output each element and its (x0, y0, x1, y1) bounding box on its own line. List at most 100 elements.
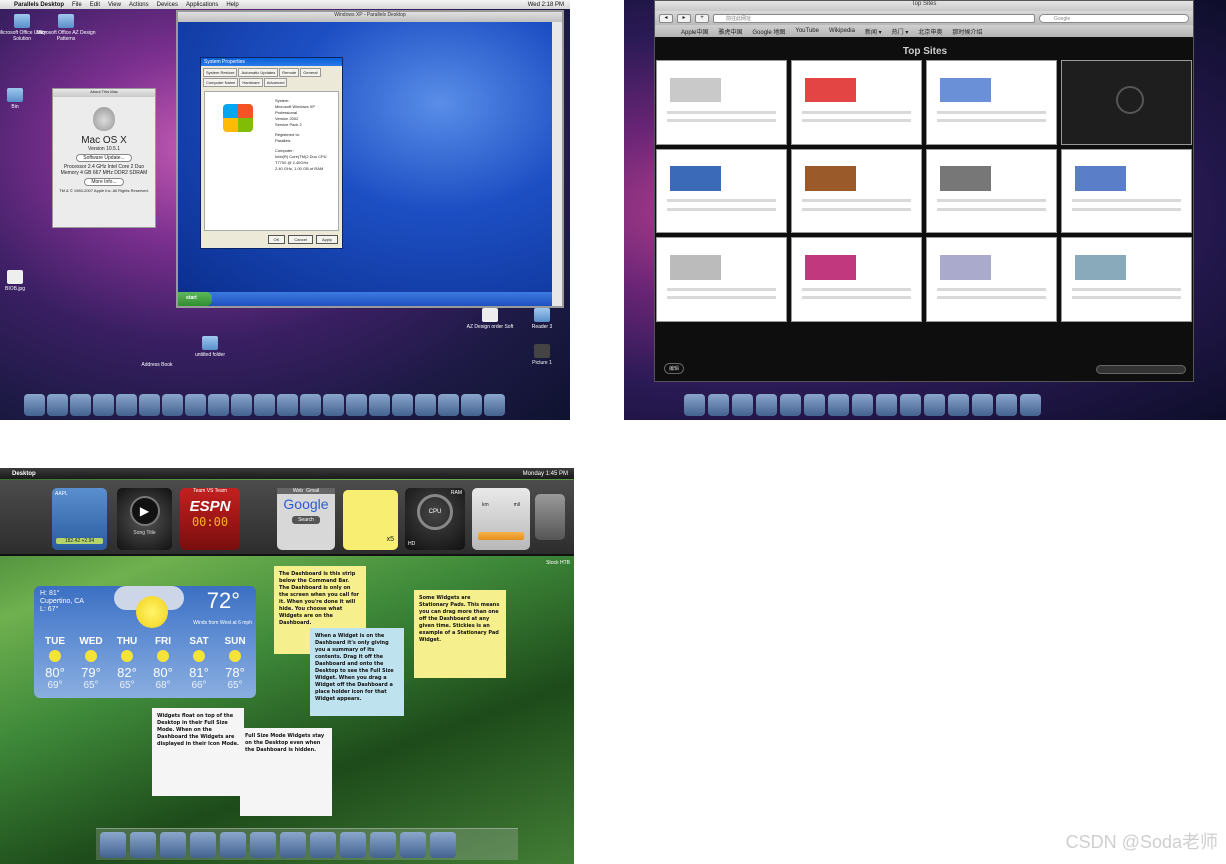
top-site-tile[interactable] (791, 148, 922, 234)
ichat-icon[interactable] (780, 394, 801, 416)
apply-button[interactable]: Apply (315, 235, 338, 244)
finder-icon[interactable] (684, 394, 705, 416)
imovie-icon[interactable] (924, 394, 945, 416)
tab-remote[interactable]: Remote (279, 68, 300, 77)
add-bookmark-button[interactable]: + (695, 13, 709, 23)
top-site-tile[interactable] (656, 148, 787, 234)
back-button[interactable]: ◂ (659, 13, 673, 23)
tab-automatic-updates[interactable]: Automatic Updates (238, 68, 279, 77)
app-icon[interactable] (250, 832, 276, 858)
desktop-icon[interactable]: Microsoft Office AZ Design Patterns (36, 14, 96, 42)
system-preferences-icon[interactable] (1020, 394, 1041, 416)
menu-edit[interactable]: Edit (90, 2, 100, 8)
acrobat-icon[interactable] (254, 394, 275, 416)
ical-icon[interactable] (162, 394, 183, 416)
iphoto-icon[interactable] (852, 394, 873, 416)
mail-icon[interactable] (732, 394, 753, 416)
top-site-tile[interactable] (926, 237, 1057, 322)
imovie-icon[interactable] (310, 832, 336, 858)
hard-drive-widget[interactable] (535, 494, 565, 540)
desktop-icon[interactable]: Bin (0, 88, 45, 110)
tab-general[interactable]: General (300, 68, 321, 77)
itunes-icon[interactable] (876, 394, 897, 416)
sticky-note[interactable]: Some Widgets are Stationary Pads. This m… (414, 590, 506, 678)
weather-widget[interactable]: H: 81° Cupertino, CA L: 67° 72° Winds fr… (34, 586, 256, 698)
sticky-note[interactable]: Full Size Mode Widgets stay on the Deskt… (240, 728, 332, 816)
photo-booth-icon[interactable] (900, 394, 921, 416)
search-field[interactable]: Google (1039, 13, 1189, 23)
tab-hardware[interactable]: Hardware (239, 78, 263, 87)
sticky-note[interactable]: When a Widget is on the Dashboard it's o… (310, 628, 404, 716)
trash-icon[interactable] (430, 832, 456, 858)
top-sites-search[interactable] (1096, 365, 1186, 374)
safari-icon[interactable] (130, 832, 156, 858)
top-site-tile[interactable] (1061, 237, 1192, 322)
tab-web[interactable]: Web (293, 488, 303, 494)
app-icon[interactable] (461, 394, 482, 416)
itunes-widget[interactable]: ▶ Song Title (117, 488, 172, 550)
desktop-icon[interactable]: untitled folder (180, 336, 240, 358)
itunes-icon[interactable] (208, 394, 229, 416)
time-machine-icon[interactable] (996, 394, 1017, 416)
desktop-icon[interactable]: Picture 1 (512, 344, 570, 366)
convert-bar[interactable] (478, 532, 524, 540)
folder-icon[interactable] (340, 832, 366, 858)
menu-applications[interactable]: Applications (186, 2, 218, 8)
more-info-button[interactable]: More Info... (84, 178, 124, 186)
photo-booth-icon[interactable] (231, 394, 252, 416)
sticky-note[interactable]: Widgets float on top of the Desktop in t… (152, 708, 244, 796)
address-bar[interactable]: 前往此网址 (713, 13, 1035, 23)
address-book-icon[interactable] (804, 394, 825, 416)
preview-icon[interactable] (160, 832, 186, 858)
software-update-button[interactable]: Software Update... (76, 154, 132, 162)
iphoto-icon[interactable] (185, 394, 206, 416)
stocks-widget[interactable]: AAPL 182.42 +2.94 (52, 488, 107, 550)
menu-actions[interactable]: Actions (129, 2, 149, 8)
top-site-tile[interactable] (1061, 60, 1192, 145)
top-site-tile[interactable] (791, 60, 922, 145)
tab-advanced[interactable]: Advanced (263, 78, 288, 87)
desktop-icon[interactable]: AZ Design order Soft (460, 308, 520, 330)
desktop-icon[interactable]: Reader 3 (512, 308, 570, 330)
address-book-icon[interactable] (139, 394, 160, 416)
app-icon[interactable] (415, 394, 436, 416)
top-site-tile[interactable] (656, 237, 787, 322)
google-widget[interactable]: Web Gmail Google Search (277, 488, 335, 550)
edit-button[interactable]: 编辑 (664, 363, 685, 374)
tab-computer-name[interactable]: Computer Name (203, 78, 239, 87)
safari-icon[interactable] (93, 394, 114, 416)
safari-icon[interactable] (756, 394, 777, 416)
menubar-app-name[interactable]: Parallels Desktop (14, 2, 64, 8)
unit-converter-widget[interactable]: km mil (472, 488, 530, 550)
downloads-folder-icon[interactable] (400, 832, 426, 858)
ok-button[interactable]: OK (267, 235, 286, 244)
bookmark-item[interactable]: 那时候介绍 (952, 27, 982, 36)
stickies-widget[interactable]: x5 (343, 490, 398, 550)
top-site-tile[interactable] (791, 237, 922, 322)
parallels-icon[interactable] (346, 394, 367, 416)
bookmark-item[interactable]: 新闻 ▾ (865, 27, 882, 36)
forward-button[interactable]: ▸ (677, 13, 691, 23)
menu-view[interactable]: View (108, 2, 121, 8)
applications-folder-icon[interactable] (438, 394, 459, 416)
photo-booth-icon[interactable] (280, 832, 306, 858)
play-icon[interactable]: ▶ (129, 496, 160, 526)
menu-file[interactable]: File (72, 2, 82, 8)
spaces-icon[interactable] (300, 394, 321, 416)
finder-icon[interactable] (24, 394, 45, 416)
ical-icon[interactable] (828, 394, 849, 416)
finder-icon[interactable] (100, 832, 126, 858)
espn-widget[interactable]: Team VS Team ESPN 00:00 (180, 488, 240, 550)
menu-devices[interactable]: Devices (157, 2, 178, 8)
google-search-button[interactable]: Search (292, 516, 320, 524)
photoshop-icon[interactable] (277, 394, 298, 416)
xp-start-button[interactable]: start (178, 292, 212, 306)
dashboard-icon[interactable] (708, 394, 729, 416)
bookmark-item[interactable]: Google 地图 (752, 27, 785, 36)
top-site-tile[interactable] (656, 60, 787, 145)
bookmark-item[interactable]: YouTube (795, 28, 819, 34)
bookmark-item[interactable]: Apple中国 (681, 27, 708, 36)
app-icon[interactable] (369, 394, 390, 416)
desktop-icon[interactable]: Address Book (127, 362, 187, 368)
garageband-icon[interactable] (948, 394, 969, 416)
